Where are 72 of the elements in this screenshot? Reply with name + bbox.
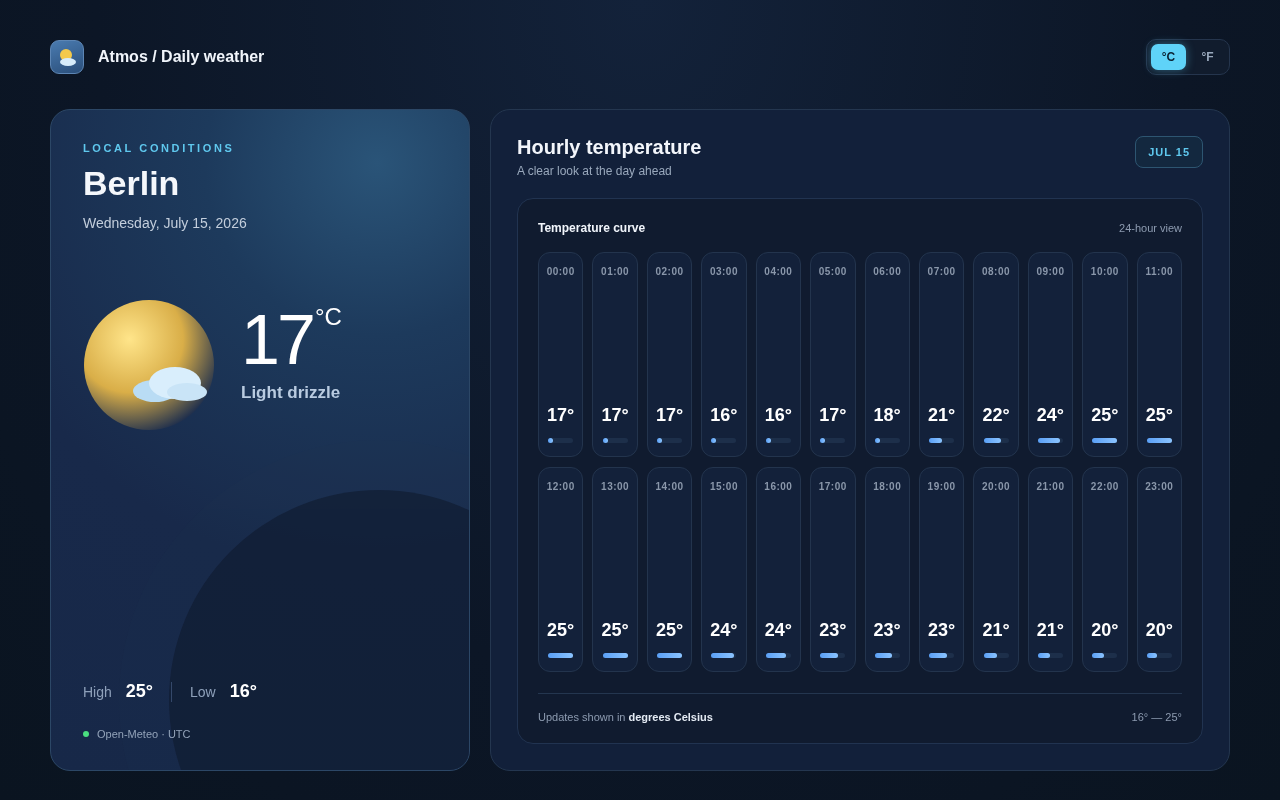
- footer-note: Updates shown in degrees Celsius: [538, 711, 713, 723]
- hour-temperature: 25°: [601, 620, 629, 641]
- app-logo: [50, 40, 84, 74]
- hour-temperature: 25°: [547, 620, 575, 641]
- hour-time: 19:00: [927, 481, 956, 492]
- hour-time: 06:00: [873, 266, 902, 277]
- condition-text: Light drizzle: [241, 383, 342, 403]
- hour-time: 22:00: [1090, 481, 1119, 492]
- hour-temperature: 22°: [982, 405, 1010, 426]
- hour-temperature: 21°: [928, 405, 956, 426]
- range-text: 16° — 25°: [1131, 711, 1182, 723]
- hour-time: 18:00: [873, 481, 902, 492]
- panel-title: Temperature curve: [538, 221, 646, 235]
- hour-temperature: 17°: [655, 405, 684, 426]
- card-title: Hourly temperature: [517, 136, 702, 159]
- status-dot: [83, 731, 89, 737]
- panel-note: 24-hour view: [1119, 222, 1182, 234]
- hour-time: 15:00: [709, 481, 738, 492]
- hour-temperature: 24°: [764, 620, 792, 641]
- date-badge: JUL 15: [1135, 136, 1203, 168]
- hour-time: 08:00: [982, 266, 1011, 277]
- hour-temperature: 25°: [655, 620, 684, 641]
- hour-temperature: 25°: [1145, 405, 1173, 426]
- hour-temperature: 23°: [928, 620, 956, 641]
- sun-cloud-icon: [83, 299, 215, 431]
- hour-time: 20:00: [982, 481, 1011, 492]
- hour-time: 00:00: [546, 266, 575, 277]
- hour-temperature: 24°: [710, 620, 738, 641]
- hour-time: 07:00: [927, 266, 956, 277]
- hour-temperature: 17°: [819, 405, 847, 426]
- hour-time: 04:00: [764, 266, 793, 277]
- city-name: Berlin: [83, 164, 181, 203]
- hour-temperature: 16°: [710, 405, 738, 426]
- low-label: Low: [190, 683, 216, 700]
- date-text: Wednesday, July 15, 2026: [83, 215, 248, 231]
- hour-time: 13:00: [601, 481, 630, 492]
- hour-temperature: 16°: [764, 405, 792, 426]
- high-value: 25°: [125, 681, 154, 702]
- high-label: High: [83, 683, 112, 700]
- hour-time: 02:00: [655, 266, 684, 277]
- hour-temperature: 20°: [1145, 620, 1173, 641]
- hour-time: 17:00: [818, 481, 847, 492]
- app-title: Atmos / Daily weather: [98, 48, 265, 66]
- hour-temperature: 20°: [1091, 620, 1119, 641]
- hour-time: 12:00: [546, 481, 575, 492]
- hour-temperature: 17°: [547, 405, 575, 426]
- hour-time: 21:00: [1036, 481, 1065, 492]
- hour-temperature: 23°: [819, 620, 847, 641]
- source-text: Open-Meteo · UTC: [97, 728, 191, 740]
- current-temperature: 17: [241, 305, 313, 375]
- hour-temperature: 24°: [1036, 405, 1065, 426]
- hour-time: 03:00: [709, 266, 738, 277]
- unit-button[interactable]: °C: [1151, 44, 1186, 70]
- hour-temperature: 25°: [1091, 405, 1119, 426]
- temperature-unit: °C: [314, 303, 342, 331]
- hour-time: 14:00: [655, 481, 684, 492]
- hour-temperature: 18°: [873, 405, 901, 426]
- hour-time: 01:00: [601, 266, 630, 277]
- hour-time: 23:00: [1145, 481, 1174, 492]
- hour-time: 10:00: [1090, 266, 1119, 277]
- hour-time: 09:00: [1036, 266, 1065, 277]
- section-label: LOCAL CONDITIONS: [83, 142, 236, 154]
- hour-time: 16:00: [764, 481, 793, 492]
- hour-time: 05:00: [818, 266, 847, 277]
- card-subtitle: A clear look at the day ahead: [517, 164, 673, 178]
- hour-time: 11:00: [1145, 266, 1174, 277]
- low-value: 16°: [229, 681, 257, 702]
- hour-temperature: 23°: [873, 620, 901, 641]
- hour-temperature: 21°: [1036, 620, 1065, 641]
- hour-temperature: 21°: [982, 620, 1010, 641]
- hour-temperature: 17°: [601, 405, 629, 426]
- unit-button[interactable]: °F: [1190, 44, 1225, 70]
